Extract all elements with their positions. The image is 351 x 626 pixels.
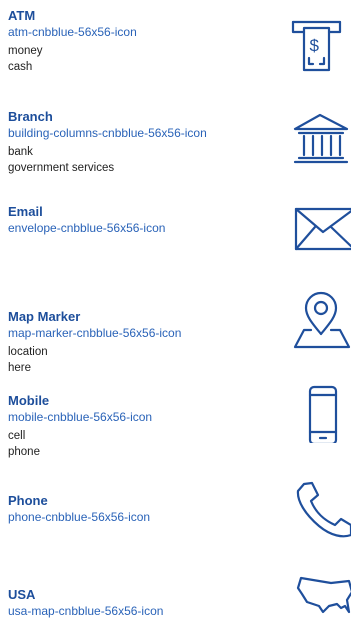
keyword-list: location here (8, 344, 278, 376)
icon-entry-phone: Phone phone-cnbblue-56x56-icon (8, 493, 278, 525)
icon-entry-branch: Branch building-columns-cnbblue-56x56-ic… (8, 109, 278, 176)
building-columns-icon (291, 107, 351, 167)
keyword: here (8, 362, 32, 374)
keyword: cell (8, 430, 26, 442)
atm-dollar-glyph: $ (310, 36, 320, 55)
icon-entry-email: Email envelope-cnbblue-56x56-icon (8, 204, 278, 236)
keyword-list: bank government services (8, 144, 278, 176)
icon-entry-atm: ATM atm-cnbblue-56x56-icon money cash (8, 8, 278, 75)
icon-slug: phone-cnbblue-56x56-icon (8, 510, 151, 524)
icon-title: Phone (8, 493, 48, 508)
icon-entry-map-marker: Map Marker map-marker-cnbblue-56x56-icon… (8, 309, 278, 376)
icon-title: Email (8, 204, 43, 219)
keyword-list: money cash (8, 43, 278, 75)
keyword: government services (8, 162, 115, 174)
atm-icon: $ (291, 12, 351, 72)
icon-entry-usa: USA usa-map-cnbblue-56x56-icon (8, 587, 278, 619)
icon-title: ATM (8, 8, 36, 23)
icon-slug: map-marker-cnbblue-56x56-icon (8, 326, 182, 340)
keyword: money (8, 45, 43, 57)
icon-title: Map Marker (8, 309, 81, 324)
keyword: cash (8, 61, 33, 73)
map-marker-icon (291, 290, 351, 350)
mobile-icon (291, 383, 351, 443)
icon-title: Branch (8, 109, 53, 124)
keyword: location (8, 346, 48, 358)
icon-slug: usa-map-cnbblue-56x56-icon (8, 604, 164, 618)
phone-icon (291, 478, 351, 538)
icon-entry-mobile: Mobile mobile-cnbblue-56x56-icon cell ph… (8, 393, 278, 460)
icon-slug: atm-cnbblue-56x56-icon (8, 25, 137, 39)
icon-slug: mobile-cnbblue-56x56-icon (8, 410, 153, 424)
icon-slug: building-columns-cnbblue-56x56-icon (8, 126, 207, 140)
envelope-icon (291, 197, 351, 257)
keyword: phone (8, 446, 40, 458)
keyword: bank (8, 146, 33, 158)
icon-slug: envelope-cnbblue-56x56-icon (8, 221, 166, 235)
keyword-list: cell phone (8, 428, 278, 460)
usa-map-icon (291, 566, 351, 626)
icon-title: Mobile (8, 393, 50, 408)
icon-title: USA (8, 587, 36, 602)
